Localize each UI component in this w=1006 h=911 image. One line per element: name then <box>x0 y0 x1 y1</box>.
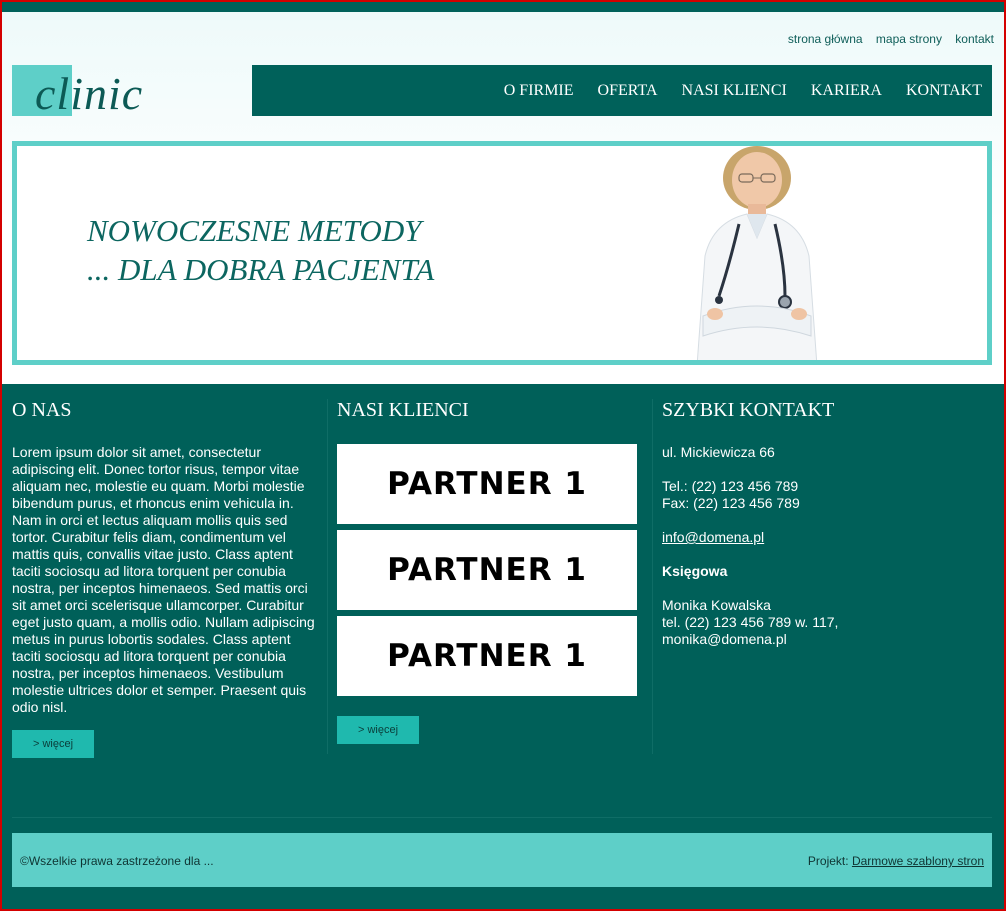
nav-item-oferta[interactable]: OFERTA <box>598 82 658 100</box>
util-link-home[interactable]: strona główna <box>788 32 863 46</box>
clients-title: NASI KLIENCI <box>337 399 469 421</box>
banner-slogan: NOWOCZESNE METODY ... DLA DOBRA PACJENTA <box>87 211 434 289</box>
header: strona główna mapa strony kontakt clinic… <box>2 12 1004 384</box>
logo[interactable]: clinic <box>12 65 142 119</box>
footer-project-label: Projekt: <box>807 854 849 868</box>
nav-item-o-firmie[interactable]: O FIRMIE <box>504 82 574 100</box>
footer-project: Projekt: Darmowe szablony stron <box>808 854 984 868</box>
main-nav: O FIRMIE OFERTA NASI KLIENCI KARIERA KON… <box>252 65 992 116</box>
contact-title: SZYBKI KONTAKT <box>662 399 835 421</box>
contact-person-name: Monika Kowalska <box>662 597 771 613</box>
top-bar <box>2 2 1004 12</box>
partner-logo[interactable]: PARTNER 1 <box>337 530 637 610</box>
content-area: O NAS Lorem ipsum dolor sit amet, consec… <box>2 384 1004 819</box>
contact-email-link[interactable]: info@domena.pl <box>662 529 764 545</box>
about-title: O NAS <box>12 399 72 421</box>
partner-logo[interactable]: PARTNER 1 <box>337 444 637 524</box>
footer-copyright: ©Wszelkie prawa zastrzeżone dla ... <box>20 854 214 868</box>
doctor-image <box>696 146 818 360</box>
about-more-button[interactable]: > więcej <box>12 730 95 758</box>
nav-item-kontakt[interactable]: KONTAKT <box>906 82 982 100</box>
footer-project-link[interactable]: Darmowe szablony stron <box>852 854 984 868</box>
about-section: O NAS Lorem ipsum dolor sit amet, consec… <box>12 399 317 758</box>
contact-fax: Fax: (22) 123 456 789 <box>662 495 800 511</box>
contact-person-email: monika@domena.pl <box>662 631 787 647</box>
contact-section: SZYBKI KONTAKT ul. Mickiewicza 66 Tel.: … <box>662 399 992 648</box>
nav-item-kariera[interactable]: KARIERA <box>811 82 882 100</box>
hero-banner: NOWOCZESNE METODY ... DLA DOBRA PACJENTA <box>12 141 992 365</box>
footer: ©Wszelkie prawa zastrzeżone dla ... Proj… <box>12 833 992 887</box>
partner-logo[interactable]: PARTNER 1 <box>337 616 637 696</box>
contact-address: ul. Mickiewicza 66 <box>662 444 775 460</box>
nav-item-nasi-klienci[interactable]: NASI KLIENCI <box>682 82 787 100</box>
clients-more-button[interactable]: > więcej <box>337 716 420 744</box>
contact-dept-heading: Księgowa <box>662 563 728 579</box>
contact-details: ul. Mickiewicza 66 Tel.: (22) 123 456 78… <box>662 444 992 648</box>
contact-person-phone: tel. (22) 123 456 789 w. 117, <box>662 614 839 630</box>
column-divider <box>327 399 328 754</box>
slogan-line-1: NOWOCZESNE METODY <box>87 213 422 248</box>
util-link-sitemap[interactable]: mapa strony <box>876 32 942 46</box>
logo-text: clinic <box>35 68 144 119</box>
slogan-line-2: ... DLA DOBRA PACJENTA <box>87 252 435 287</box>
util-link-contact[interactable]: kontakt <box>955 32 994 46</box>
clients-section: NASI KLIENCI PARTNER 1 PARTNER 1 PARTNER… <box>337 399 637 744</box>
page-frame: strona główna mapa strony kontakt clinic… <box>0 0 1006 911</box>
about-text: Lorem ipsum dolor sit amet, consectetur … <box>12 444 315 715</box>
column-divider <box>652 399 653 754</box>
footer-divider <box>12 817 992 818</box>
utility-nav: strona główna mapa strony kontakt <box>778 32 994 46</box>
contact-phone: Tel.: (22) 123 456 789 <box>662 478 799 494</box>
